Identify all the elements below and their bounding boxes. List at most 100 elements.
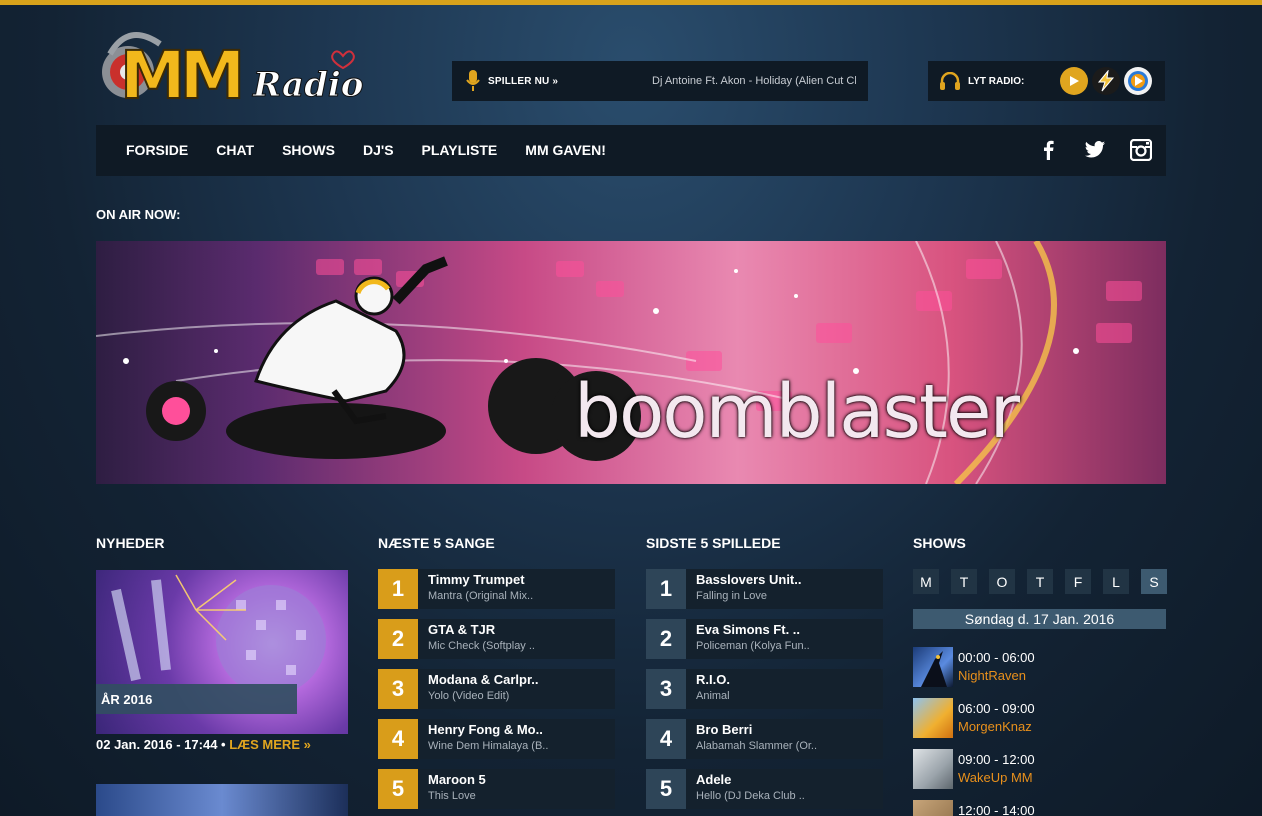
svg-text:MM: MM <box>120 37 240 114</box>
day-tab-tuesday[interactable]: T <box>951 569 977 594</box>
day-tab-thursday[interactable]: T <box>1027 569 1053 594</box>
day-tab-friday[interactable]: F <box>1065 569 1091 594</box>
weekday-tabs: M T O T F L S <box>913 569 1167 594</box>
song-number: 4 <box>378 719 418 759</box>
last-song-item: 2 Eva Simons Ft. .. Policeman (Kolya Fun… <box>646 619 883 659</box>
song-number: 4 <box>646 719 686 759</box>
show-thumbnail <box>913 800 953 816</box>
last-songs-title: SIDSTE 5 SPILLEDE <box>646 535 781 551</box>
song-title: Animal <box>696 690 730 702</box>
next-song-item: 1 Timmy Trumpet Mantra (Original Mix.. <box>378 569 615 609</box>
song-number: 3 <box>378 669 418 709</box>
next-songs-title: NÆSTE 5 SANGE <box>378 535 495 551</box>
next-song-item: 5 Maroon 5 This Love <box>378 769 615 809</box>
winamp-icon[interactable] <box>1092 67 1120 95</box>
last-song-item: 1 Basslovers Unit.. Falling in Love <box>646 569 883 609</box>
song-artist: Basslovers Unit.. <box>696 572 802 587</box>
show-time: 00:00 - 06:00 <box>958 650 1035 665</box>
news-title: NYHEDER <box>96 535 165 551</box>
next-song-item: 4 Henry Fong & Mo.. Wine Dem Himalaya (B… <box>378 719 615 759</box>
song-number: 1 <box>646 569 686 609</box>
news-image-2[interactable] <box>96 784 348 816</box>
song-artist: Modana & Carlpr.. <box>428 672 539 687</box>
news-meta: 02 Jan. 2016 - 17:44 • LÆS MERE » <box>96 737 311 752</box>
read-more-link[interactable]: LÆS MERE » <box>229 737 311 752</box>
song-artist: Eva Simons Ft. .. <box>696 622 801 637</box>
next-song-item: 2 GTA & TJR Mic Check (Softplay .. <box>378 619 615 659</box>
day-tab-sunday[interactable]: S <box>1141 569 1167 594</box>
song-title: Mic Check (Softplay .. <box>428 640 535 652</box>
nav-item-playliste[interactable]: PLAYLISTE <box>422 142 498 158</box>
last-song-item: 3 R.I.O. Animal <box>646 669 883 709</box>
show-thumbnail <box>913 698 953 738</box>
svg-text:Radio: Radio <box>252 65 363 105</box>
now-playing-track: Dj Antoine Ft. Akon - Holiday (Alien Cut… <box>652 75 856 87</box>
show-time: 06:00 - 09:00 <box>958 701 1035 716</box>
show-item[interactable]: 09:00 - 12:00 WakeUp MM <box>913 749 1166 791</box>
song-title: Policeman (Kolya Fun.. <box>696 640 810 652</box>
last-song-item: 4 Bro Berri Alabamah Slammer (Or.. <box>646 719 883 759</box>
song-artist: GTA & TJR <box>428 622 496 637</box>
song-title: Mantra (Original Mix.. <box>428 590 534 602</box>
shows-title: SHOWS <box>913 535 966 551</box>
last-songs-list: 1 Basslovers Unit.. Falling in Love 2 Ev… <box>646 569 883 816</box>
song-artist: Henry Fong & Mo.. <box>428 722 543 737</box>
song-number: 2 <box>378 619 418 659</box>
show-name[interactable]: NightRaven <box>958 668 1026 683</box>
facebook-icon[interactable] <box>1038 139 1060 161</box>
media-player-icon[interactable] <box>1124 67 1152 95</box>
day-tab-saturday[interactable]: L <box>1103 569 1129 594</box>
show-thumbnail <box>913 647 953 687</box>
next-songs-list: 1 Timmy Trumpet Mantra (Original Mix.. 2… <box>378 569 615 816</box>
nav-item-djs[interactable]: DJ'S <box>363 142 394 158</box>
show-item[interactable]: 00:00 - 06:00 NightRaven <box>913 647 1166 689</box>
nav-item-forside[interactable]: FORSIDE <box>126 142 188 158</box>
last-song-item: 5 Adele Hello (DJ Deka Club .. <box>646 769 883 809</box>
show-name[interactable]: MorgenKnaz <box>958 719 1032 734</box>
mm-radio-logo[interactable]: MM Radio <box>98 24 368 115</box>
news-separator: • <box>217 737 230 752</box>
day-tab-wednesday[interactable]: O <box>989 569 1015 594</box>
nav-item-shows[interactable]: SHOWS <box>282 142 335 158</box>
listen-radio-label: LYT RADIO: <box>968 75 1025 87</box>
song-title: Alabamah Slammer (Or.. <box>696 740 818 752</box>
show-name[interactable]: WakeUp MM <box>958 770 1033 785</box>
song-artist: Bro Berri <box>696 722 753 737</box>
nav-item-mm-gaven[interactable]: MM GAVEN! <box>525 142 606 158</box>
headphones-icon <box>940 72 960 90</box>
on-air-title: ON AIR NOW: <box>96 207 181 222</box>
listen-radio-bar: LYT RADIO: <box>928 61 1165 101</box>
instagram-icon[interactable] <box>1129 138 1153 162</box>
song-title: Hello (DJ Deka Club .. <box>696 790 805 802</box>
song-artist: Maroon 5 <box>428 772 486 787</box>
on-air-banner[interactable]: boomblaster <box>96 241 1166 484</box>
song-number: 2 <box>646 619 686 659</box>
microphone-icon <box>466 70 480 91</box>
top-accent-line <box>0 0 1262 5</box>
schedule-date: Søndag d. 17 Jan. 2016 <box>913 609 1166 629</box>
now-playing-label: SPILLER NU » <box>488 75 559 87</box>
nav-item-chat[interactable]: CHAT <box>216 142 254 158</box>
show-item[interactable]: 12:00 - 14:00 <box>913 800 1166 816</box>
show-time: 12:00 - 14:00 <box>958 803 1035 816</box>
song-artist: R.I.O. <box>696 672 730 687</box>
song-artist: Timmy Trumpet <box>428 572 525 587</box>
show-item[interactable]: 06:00 - 09:00 MorgenKnaz <box>913 698 1166 740</box>
next-song-item: 3 Modana & Carlpr.. Yolo (Video Edit) <box>378 669 615 709</box>
news-caption[interactable]: ÅR 2016 <box>96 684 297 714</box>
song-number: 3 <box>646 669 686 709</box>
twitter-icon[interactable] <box>1084 139 1106 161</box>
song-title: Yolo (Video Edit) <box>428 690 510 702</box>
now-playing-bar: SPILLER NU » Dj Antoine Ft. Akon - Holid… <box>452 61 868 101</box>
song-title: This Love <box>428 790 476 802</box>
day-tab-monday[interactable]: M <box>913 569 939 594</box>
show-time: 09:00 - 12:00 <box>958 752 1035 767</box>
play-icon[interactable] <box>1060 67 1088 95</box>
banner-show-title: boomblaster <box>574 369 1020 455</box>
song-title: Wine Dem Himalaya (B.. <box>428 740 549 752</box>
show-thumbnail <box>913 749 953 789</box>
song-number: 5 <box>378 769 418 809</box>
news-date: 02 Jan. 2016 - 17:44 <box>96 737 218 752</box>
main-navigation: FORSIDE CHAT SHOWS DJ'S PLAYLISTE MM GAV… <box>96 125 1166 176</box>
song-number: 1 <box>378 569 418 609</box>
